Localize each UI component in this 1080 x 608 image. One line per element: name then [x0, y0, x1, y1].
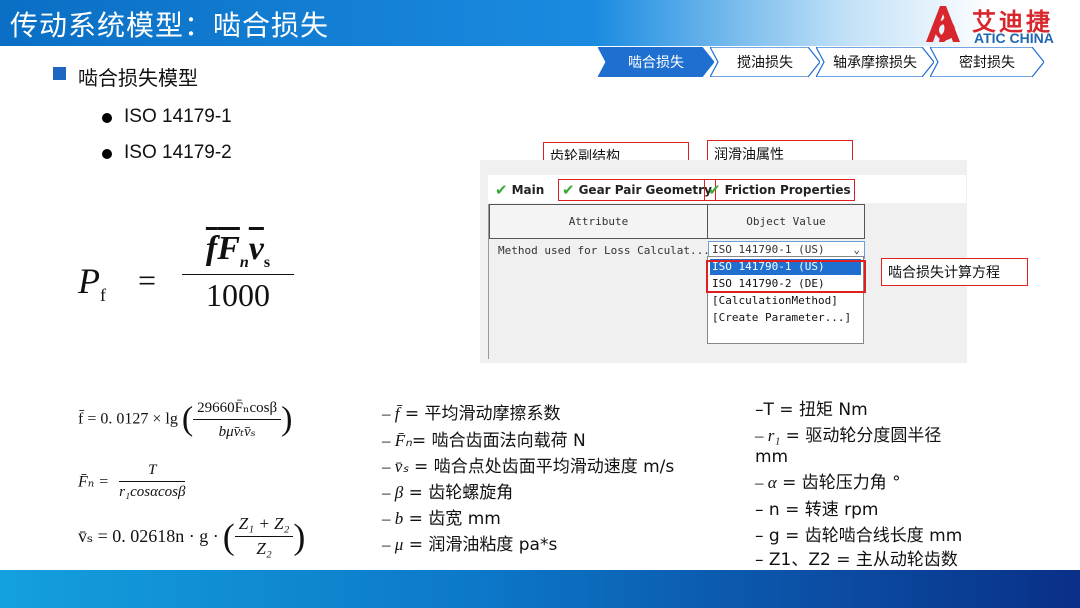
formula-symbol: P	[78, 261, 100, 301]
formula-symbol: ν	[248, 230, 264, 267]
tab-label: 啮合损失	[628, 55, 684, 71]
definition-item: – β = 齿轮螺旋角	[382, 482, 513, 504]
definition-symbol: – μ	[382, 535, 404, 554]
tab-label: 轴承摩擦损失	[833, 55, 917, 71]
definition-text: = 转速 rpm	[779, 500, 879, 520]
tab-label: Main	[511, 183, 545, 197]
definition-symbol: – f̄	[382, 404, 400, 423]
bullet-dot-icon	[102, 113, 112, 123]
main-formula: Pf = fFnνs 1000	[78, 230, 318, 330]
tab-gear-pair-geometry[interactable]: ✔ Gear Pair Geometry	[558, 179, 716, 201]
company-logo: 艾迪捷 ATIC CHINA	[920, 2, 1070, 46]
definition-item: – Z1、Z2 = 主从动轮齿数	[755, 549, 958, 571]
definition-text: = 扭矩 Nm	[773, 400, 868, 420]
formula-lhs: v̄ₛ = 0. 02618n · g ·	[78, 526, 219, 546]
definition-text: = 齿轮啮合线长度 mm	[779, 526, 963, 546]
formula-numerator: Z₁ + Z₂	[234, 514, 294, 537]
formula-equals: =	[138, 262, 157, 298]
definition-symbol: – r₁	[755, 426, 781, 445]
column-header-attribute[interactable]: Attribute	[489, 204, 708, 239]
tab-label: 搅油损失	[737, 55, 793, 71]
definition-symbol: – β	[382, 483, 404, 502]
tab-bearing-loss[interactable]: 轴承摩擦损失	[816, 47, 934, 77]
formula-subscript: s	[263, 253, 271, 271]
definition-text: = 驱动轮分度圆半径	[780, 426, 942, 446]
formula-numerator: T	[119, 462, 186, 482]
definition-item: – v̄ₛ = 啮合点处齿面平均滑动速度 m/s	[382, 456, 674, 478]
dropdown-option[interactable]: [CalculationMethod]	[710, 293, 838, 309]
formula-denominator: r₁cosαcosβ	[119, 484, 186, 500]
definition-symbol: – b	[382, 509, 404, 528]
formula-subscript: n	[239, 253, 249, 271]
section-heading: 啮合损失模型	[78, 66, 198, 90]
formula-sliding-velocity: v̄ₛ = 0. 02618n · g · ( Z₁ + Z₂ Z₂ )	[78, 514, 306, 558]
definition-item: – g = 齿轮啮合线长度 mm	[755, 525, 962, 547]
formula-lhs: F̄ₙ =	[78, 473, 110, 491]
definition-symbol: – Z1、Z2	[755, 550, 831, 570]
formula-friction-coefficient: f̄ = 0. 0127 × lg ( 29660F̄ₙcosβ bμv̄ₜv̄…	[78, 398, 293, 440]
square-bullet-icon	[53, 67, 66, 80]
property-tab-strip: ✔ Main ✔ Gear Pair Geometry ✔ Friction Prop…	[488, 175, 966, 203]
definition-symbol: – α	[755, 473, 777, 492]
check-icon: ✔	[562, 181, 575, 199]
definition-text: = 润滑油粘度 pa*s	[403, 535, 558, 555]
page-title: 传动系统模型：啮合损失	[10, 9, 330, 42]
formula-numerator: 29660F̄ₙcosβ	[193, 398, 282, 420]
formula-subscript: f	[100, 285, 106, 306]
formula-denominator: 1000	[206, 276, 270, 313]
tab-meshing-loss[interactable]: 啮合损失	[598, 47, 714, 77]
check-icon: ✔	[708, 181, 721, 199]
definition-item: – b = 齿宽 mm	[382, 508, 501, 530]
logo-text-en: ATIC CHINA	[974, 30, 1054, 46]
definition-text: = 齿轮螺旋角	[403, 483, 514, 503]
bullet-dot-icon	[102, 149, 112, 159]
definition-text: = 主从动轮齿数	[830, 550, 958, 570]
dropdown-option[interactable]: [Create Parameter...]	[710, 310, 851, 326]
definition-item: – μ = 润滑油粘度 pa*s	[382, 534, 557, 556]
logo-mark-icon	[926, 6, 960, 42]
tab-churning-loss[interactable]: 搅油损失	[710, 47, 820, 77]
bullet-item: ISO 14179-2	[124, 142, 232, 163]
definition-item: – n = 转速 rpm	[755, 499, 878, 521]
formula-lhs: f̄ = 0. 0127 × lg	[78, 410, 178, 428]
definition-symbol: – g	[755, 526, 780, 546]
column-header-object-value[interactable]: Object Value	[707, 204, 865, 239]
formula-denominator: Z₂	[256, 539, 272, 558]
attribute-cell: Method used for Loss Calculat...	[498, 244, 710, 257]
definition-text: = 平均滑动摩擦系数	[399, 404, 561, 424]
definition-item: – f̄ = 平均滑动摩擦系数	[382, 403, 561, 425]
title-bar: 传动系统模型：啮合损失 艾迪捷 ATIC CHINA	[0, 0, 1080, 46]
highlight-iso-options	[706, 260, 866, 293]
definition-item: mm	[755, 446, 788, 468]
definition-item: –T = 扭矩 Nm	[755, 399, 868, 421]
formula-normal-load: F̄ₙ = T r₁cosαcosβ	[78, 462, 186, 501]
definition-text: = 齿轮压力角 °	[776, 473, 901, 493]
footer-band	[0, 570, 1080, 608]
callout-loss-equation: 啮合损失计算方程	[881, 258, 1028, 286]
tab-label: 密封损失	[959, 55, 1015, 71]
formula-symbol: f	[205, 230, 218, 267]
tab-seal-loss[interactable]: 密封损失	[930, 47, 1044, 77]
formula-symbol: F	[217, 230, 240, 267]
definition-symbol: – v̄ₛ	[382, 457, 409, 476]
definition-symbol: – n	[755, 500, 780, 520]
check-icon: ✔	[495, 181, 508, 199]
tab-label: Friction Properties	[724, 183, 851, 197]
definition-text: mm	[755, 447, 789, 467]
definition-item: – F̄ₙ= 啮合齿面法向载荷 N	[382, 430, 586, 452]
tab-main[interactable]: ✔ Main	[492, 179, 547, 201]
tab-friction-properties[interactable]: ✔ Friction Properties	[704, 179, 855, 201]
bullet-item: ISO 14179-1	[124, 106, 232, 127]
definition-item: – r₁ = 驱动轮分度圆半径	[755, 425, 941, 447]
definition-item: – α = 齿轮压力角 °	[755, 472, 901, 494]
tab-label: Gear Pair Geometry	[578, 183, 712, 197]
formula-denominator: bμv̄ₜv̄ₛ	[218, 424, 256, 440]
method-select-value: ISO 141790-1 (US)	[712, 243, 825, 256]
definition-text: = 啮合齿面法向载荷 N	[411, 431, 586, 451]
definition-text: = 啮合点处齿面平均滑动速度 m/s	[408, 457, 675, 477]
definition-text: = 齿宽 mm	[403, 509, 501, 529]
definition-symbol: –T	[755, 400, 774, 420]
definition-symbol: – F̄ₙ	[382, 431, 412, 450]
